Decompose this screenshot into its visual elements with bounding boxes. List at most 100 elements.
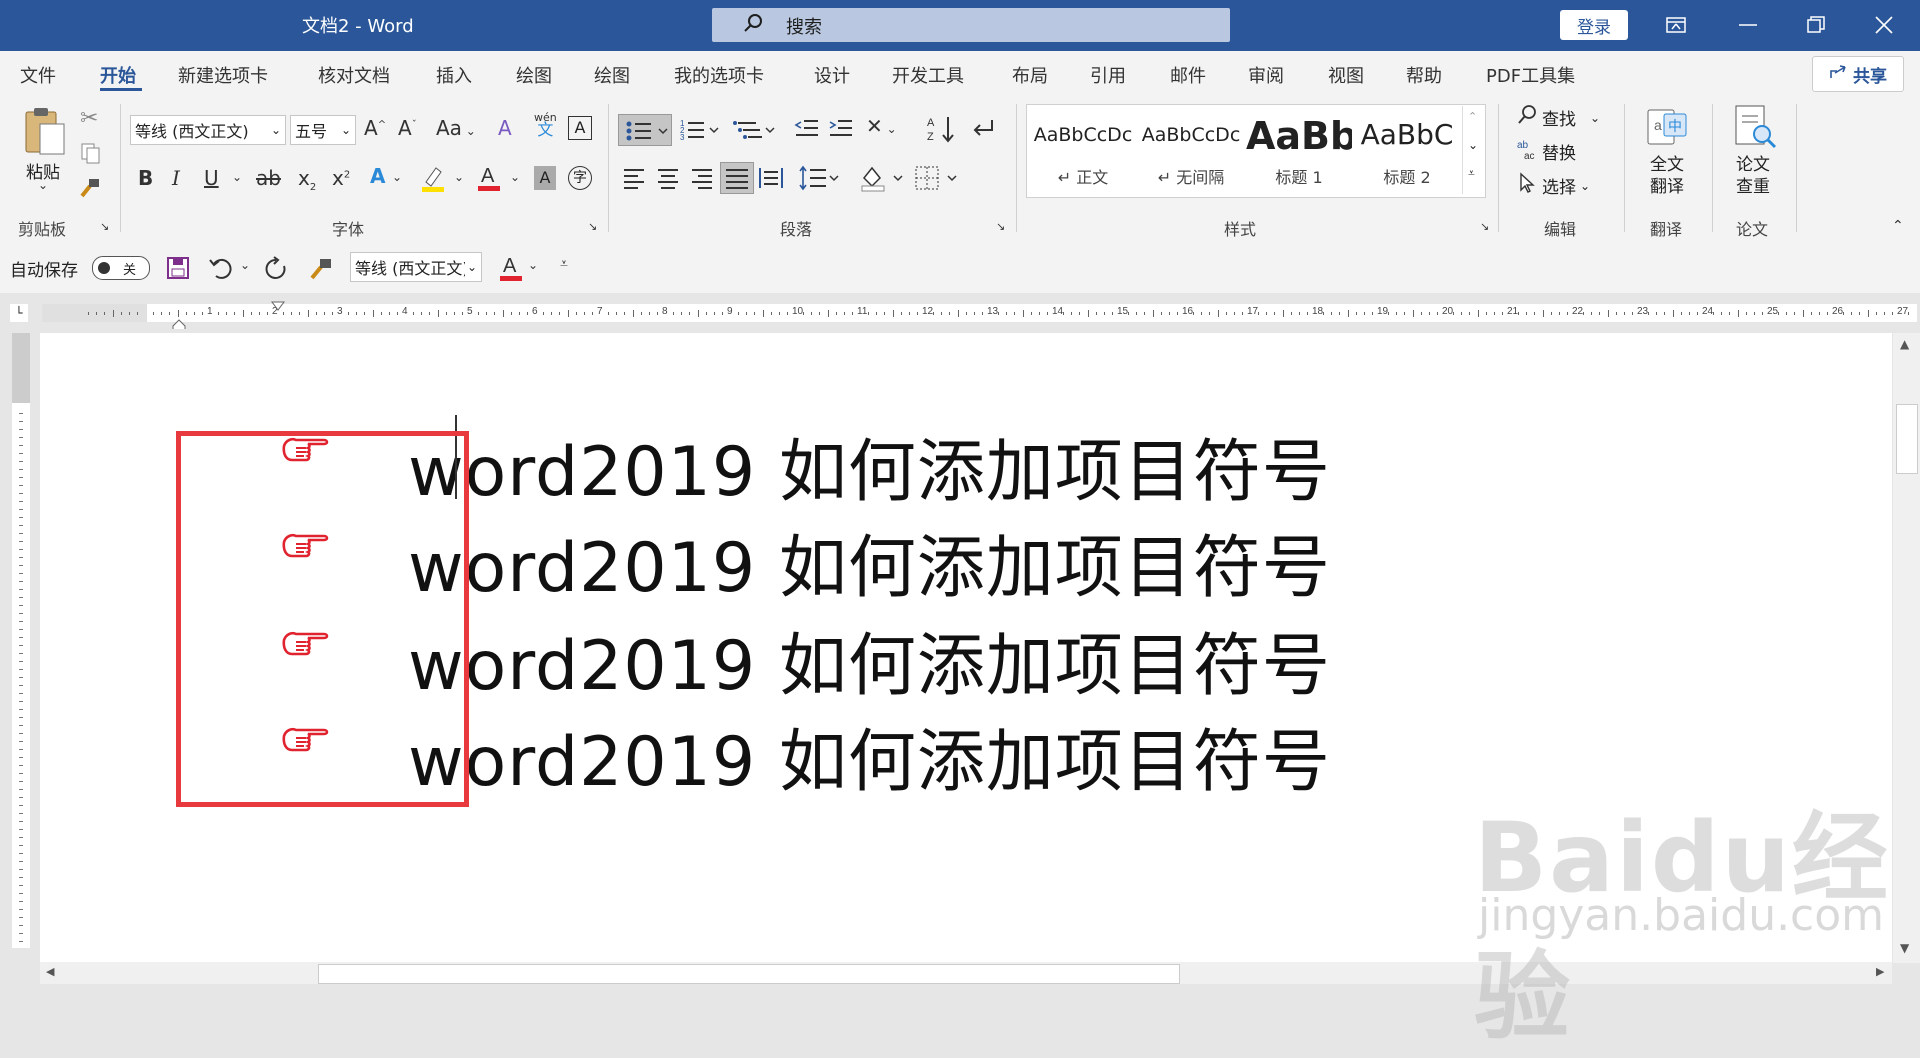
- font-name-select[interactable]: 等线 (西文正文) ⌄: [130, 115, 286, 145]
- share-button[interactable]: 共享: [1812, 56, 1904, 92]
- tab-insert[interactable]: 插入: [436, 62, 472, 88]
- borders-icon[interactable]: [914, 164, 960, 197]
- font-size-select[interactable]: 五号 ⌄: [290, 115, 356, 145]
- tab-my-tab[interactable]: 我的选项卡: [674, 62, 764, 88]
- horizontal-scroll-thumb[interactable]: [318, 964, 1180, 984]
- tab-home[interactable]: 开始: [100, 62, 136, 88]
- numbering-icon[interactable]: 123: [678, 116, 722, 149]
- redo-icon[interactable]: [264, 256, 290, 287]
- shrink-font-icon[interactable]: Aˇ: [398, 116, 417, 140]
- style-heading-2[interactable]: AaBbC 标题 2: [1354, 106, 1460, 194]
- phonetic-guide-icon[interactable]: wén 文: [534, 112, 557, 138]
- restore-icon[interactable]: [1796, 10, 1836, 40]
- qat-format-painter-icon[interactable]: [308, 256, 334, 287]
- scroll-left-icon[interactable]: ◀: [46, 965, 54, 978]
- qat-font-select[interactable]: 等线 (西文正文) ⌄: [350, 252, 482, 282]
- tab-references[interactable]: 引用: [1090, 62, 1126, 88]
- tab-view[interactable]: 视图: [1328, 62, 1364, 88]
- format-painter-icon[interactable]: [78, 176, 102, 205]
- scroll-up-icon[interactable]: ▲: [1900, 337, 1909, 351]
- vertical-ruler[interactable]: [12, 333, 30, 948]
- change-case-icon[interactable]: Aa ⌄: [436, 116, 476, 140]
- increase-indent-icon[interactable]: [828, 116, 854, 147]
- paper-check-icon[interactable]: [1732, 104, 1778, 155]
- clear-formatting-icon[interactable]: A: [498, 116, 512, 140]
- tab-review[interactable]: 审阅: [1248, 62, 1284, 88]
- tab-help[interactable]: 帮助: [1406, 62, 1442, 88]
- clipboard-launcher-icon[interactable]: ↘: [100, 220, 109, 233]
- collapse-ribbon-icon[interactable]: ⌃: [1892, 218, 1904, 234]
- enclose-characters-icon[interactable]: 字: [568, 166, 592, 190]
- styles-launcher-icon[interactable]: ↘: [1480, 220, 1489, 233]
- full-translate-icon[interactable]: a中: [1646, 106, 1690, 153]
- paste-icon[interactable]: [22, 106, 66, 161]
- styles-more-icon[interactable]: ⩡: [1468, 166, 1475, 181]
- italic-icon[interactable]: I: [172, 166, 180, 190]
- replace-button[interactable]: ab ac 替换: [1516, 138, 1576, 165]
- highlight-dropdown-icon[interactable]: ⌄: [454, 170, 464, 184]
- undo-dropdown-icon[interactable]: ⌄: [240, 258, 250, 272]
- vertical-scroll-thumb[interactable]: [1896, 404, 1918, 474]
- paste-dropdown-icon[interactable]: ⌄: [38, 178, 48, 192]
- character-shading-icon[interactable]: A: [534, 166, 556, 190]
- style-normal[interactable]: AaBbCcDc ↵ 正文: [1030, 106, 1136, 194]
- autosave-toggle[interactable]: 关: [92, 256, 150, 280]
- tab-file[interactable]: 文件: [20, 62, 56, 88]
- text-effects-dropdown-icon[interactable]: ⌄: [392, 170, 402, 184]
- tab-draw-1[interactable]: 绘图: [516, 62, 552, 88]
- customize-qat-icon[interactable]: ⩡: [560, 256, 568, 272]
- horizontal-ruler[interactable]: 1 2 3 4 5 6 7 8 9 10 11 12 13 14 15 16 17 18 19 20 21 22 23 24 2…: [42, 304, 1917, 322]
- distributed-icon[interactable]: [758, 166, 784, 195]
- align-left-icon[interactable]: [622, 166, 646, 195]
- show-formatting-marks-icon[interactable]: [970, 116, 996, 147]
- style-no-spacing[interactable]: AaBbCcDc ↵ 无间隔: [1138, 106, 1244, 194]
- paragraph-launcher-icon[interactable]: ↘: [996, 220, 1005, 233]
- save-icon[interactable]: [166, 256, 190, 285]
- strikethrough-icon[interactable]: ab: [256, 166, 281, 190]
- style-heading-1[interactable]: AaBb 标题 1: [1246, 106, 1352, 194]
- align-right-icon[interactable]: [690, 166, 714, 195]
- multilevel-list-icon[interactable]: [732, 116, 776, 149]
- line-spacing-icon[interactable]: [798, 164, 842, 197]
- qat-font-color-icon[interactable]: A: [498, 252, 524, 287]
- grow-font-icon[interactable]: A^: [364, 116, 386, 140]
- tab-layout[interactable]: 布局: [1012, 62, 1048, 88]
- font-color-icon[interactable]: A: [476, 162, 502, 197]
- styles-scroll-up-icon[interactable]: ⌃: [1468, 110, 1477, 123]
- character-border-icon[interactable]: A: [568, 116, 592, 140]
- qat-font-color-dropdown-icon[interactable]: ⌄: [528, 258, 538, 272]
- font-color-dropdown-icon[interactable]: ⌄: [510, 170, 520, 184]
- select-button[interactable]: 选择 ⌄: [1516, 172, 1590, 199]
- justify-button[interactable]: [720, 162, 754, 194]
- tab-new-tab[interactable]: 新建选项卡: [178, 62, 268, 88]
- bold-icon[interactable]: B: [138, 166, 153, 190]
- align-center-icon[interactable]: [656, 166, 680, 195]
- first-line-indent-marker[interactable]: [271, 296, 285, 316]
- superscript-icon[interactable]: x2: [332, 166, 350, 190]
- subscript-icon[interactable]: x2: [298, 166, 316, 193]
- copy-icon[interactable]: [80, 142, 102, 169]
- tab-design[interactable]: 设计: [814, 62, 850, 88]
- undo-icon[interactable]: [208, 256, 234, 285]
- tab-pdf-tools[interactable]: PDF工具集: [1486, 62, 1575, 88]
- shading-icon[interactable]: [860, 164, 906, 197]
- sort-icon[interactable]: AZ: [926, 114, 956, 149]
- login-button[interactable]: 登录: [1560, 10, 1628, 40]
- tab-draw-2[interactable]: 绘图: [594, 62, 630, 88]
- document-line[interactable]: word2019 如何添加项目符号: [408, 706, 1331, 805]
- close-icon[interactable]: [1864, 10, 1904, 40]
- highlight-icon[interactable]: [420, 164, 446, 197]
- decrease-indent-icon[interactable]: [794, 116, 820, 147]
- document-line[interactable]: word2019 如何添加项目符号: [408, 610, 1331, 709]
- tab-selector-icon[interactable]: └: [10, 304, 28, 322]
- font-launcher-icon[interactable]: ↘: [588, 220, 597, 233]
- tab-developer[interactable]: 开发工具: [892, 62, 964, 88]
- paper-check-label[interactable]: 论文 查重: [1736, 154, 1770, 198]
- styles-scroll-down-icon[interactable]: ⌄: [1468, 138, 1478, 152]
- tab-proofread[interactable]: 核对文档: [318, 62, 390, 88]
- cut-icon[interactable]: ✂: [80, 106, 98, 131]
- minimize-icon[interactable]: [1728, 10, 1768, 40]
- bullets-button[interactable]: [618, 114, 672, 146]
- document-line[interactable]: word2019 如何添加项目符号: [408, 512, 1331, 611]
- document-line[interactable]: word2019 如何添加项目符号: [408, 416, 1331, 515]
